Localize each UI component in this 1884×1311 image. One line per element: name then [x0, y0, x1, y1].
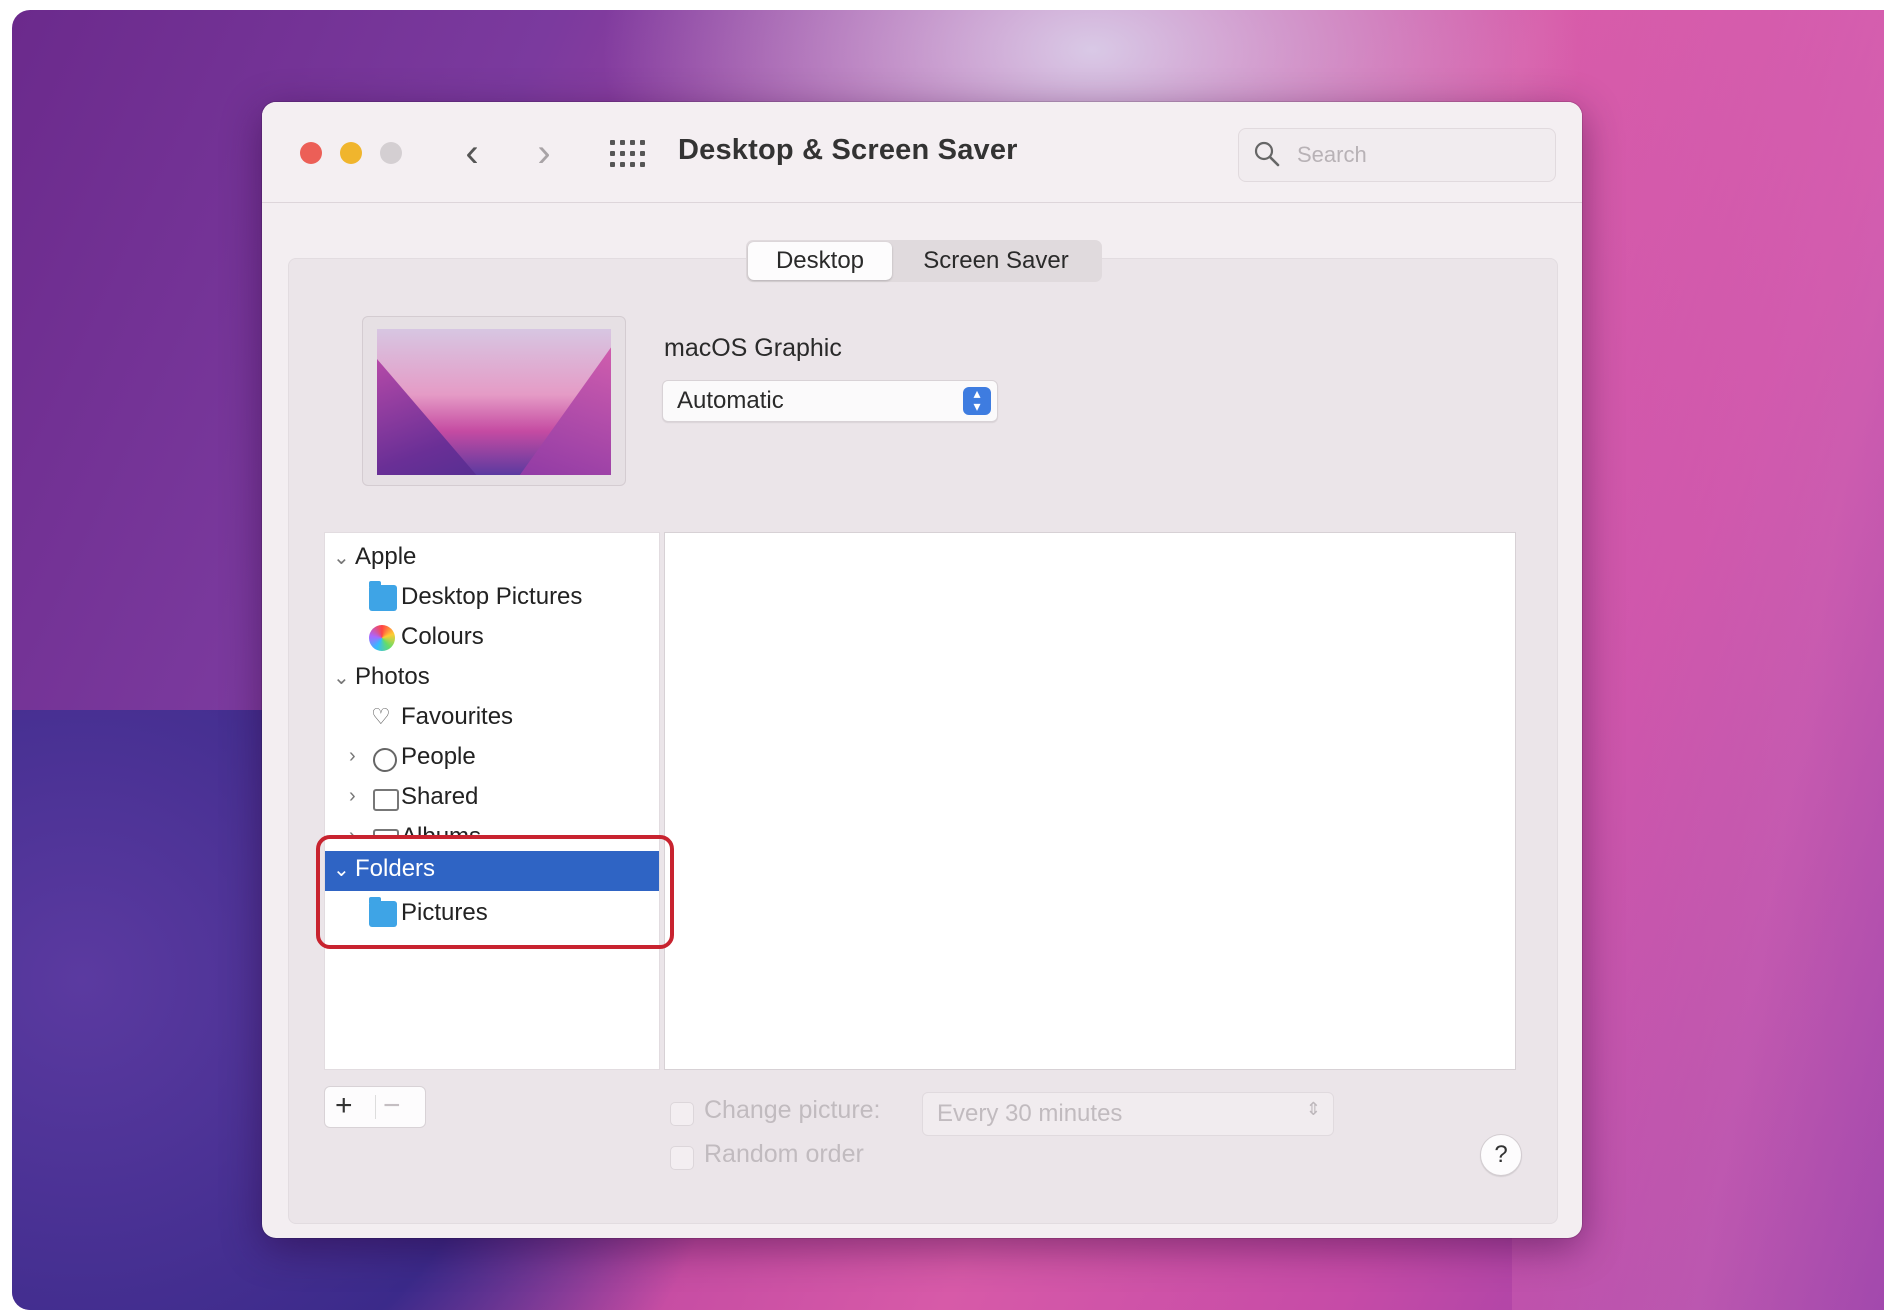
list-item-label: Shared [401, 783, 479, 810]
list-item-shared[interactable]: › Shared [325, 779, 659, 817]
list-item-favourites[interactable]: ♡ Favourites [325, 699, 659, 737]
add-folder-button[interactable]: + [335, 1089, 353, 1123]
chevron-down-icon[interactable]: ⌄ [333, 665, 350, 690]
system-preferences-window: ‹ › Desktop & Screen Saver Search Deskto… [262, 102, 1582, 1238]
minimize-button[interactable] [340, 142, 362, 164]
search-icon [1254, 141, 1280, 167]
title-bar: ‹ › Desktop & Screen Saver Search [262, 102, 1582, 203]
list-item-label: Desktop Pictures [401, 583, 583, 610]
chevron-right-icon[interactable]: › [349, 745, 356, 768]
divider [375, 1095, 376, 1119]
person-circle-icon [373, 748, 397, 772]
change-picture-label: Change picture: [704, 1096, 881, 1124]
wallpaper-thumbnail [377, 329, 611, 475]
appearance-mode-value: Automatic [677, 387, 784, 414]
list-item-desktop-pictures[interactable]: Desktop Pictures [325, 579, 659, 617]
list-item-label: Colours [401, 623, 484, 650]
random-order-checkbox[interactable] [670, 1146, 694, 1170]
window-title: Desktop & Screen Saver [678, 134, 1018, 166]
list-item-label: Favourites [401, 703, 514, 730]
shared-album-icon [373, 789, 399, 811]
change-interval-select[interactable]: Every 30 minutes ⇕ [922, 1092, 1334, 1136]
tab-screen-saver[interactable]: Screen Saver [896, 240, 1096, 282]
color-wheel-icon [369, 625, 395, 651]
list-item-colours[interactable]: Colours [325, 619, 659, 657]
current-wallpaper-preview [362, 316, 626, 486]
close-button[interactable] [300, 142, 322, 164]
heart-icon: ♡ [371, 704, 391, 729]
search-placeholder: Search [1297, 142, 1367, 167]
forward-button[interactable]: › [524, 130, 564, 176]
updown-chevron-icon: ▴ ▾ [963, 386, 991, 415]
tab-desktop[interactable]: Desktop [748, 242, 892, 280]
help-button[interactable]: ? [1480, 1134, 1522, 1176]
random-order-label: Random order [704, 1140, 864, 1168]
tab-control: Desktop Screen Saver [746, 240, 1102, 282]
remove-folder-button[interactable]: − [383, 1089, 401, 1123]
zoom-button[interactable] [380, 142, 402, 164]
list-item-label: Photos [355, 663, 430, 690]
picture-name: macOS Graphic [664, 334, 842, 362]
change-picture-checkbox[interactable] [670, 1102, 694, 1126]
appearance-mode-select[interactable]: Automatic ▴ ▾ [662, 380, 998, 422]
list-item-apple[interactable]: ⌄ Apple [325, 539, 659, 577]
folder-icon [369, 581, 397, 611]
search-field[interactable]: Search [1238, 128, 1556, 182]
annotation-highlight-box [316, 835, 674, 949]
picture-grid[interactable] [664, 532, 1516, 1070]
show-all-grid-icon[interactable] [610, 140, 646, 168]
chevron-right-icon[interactable]: › [349, 785, 356, 808]
updown-chevron-icon: ⇕ [1305, 1099, 1321, 1119]
source-list: ⌄ Apple Desktop Pictures Colours ⌄ Photo… [324, 532, 660, 1070]
add-remove-control: + − [324, 1086, 426, 1128]
change-interval-value: Every 30 minutes [937, 1100, 1123, 1127]
back-button[interactable]: ‹ [452, 130, 492, 176]
list-item-label: Apple [355, 543, 417, 570]
list-item-photos[interactable]: ⌄ Photos [325, 659, 659, 697]
list-item-people[interactable]: › People [325, 739, 659, 777]
chevron-down-icon[interactable]: ⌄ [333, 545, 350, 570]
list-item-label: People [401, 743, 476, 770]
